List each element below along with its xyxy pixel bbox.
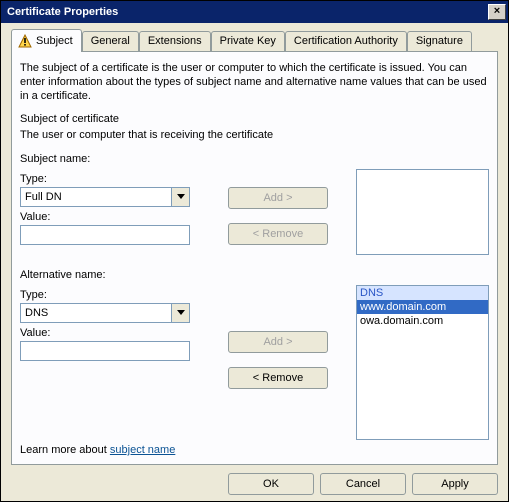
subject-type-dropdown-button[interactable]	[172, 187, 190, 207]
subject-sub-text: The user or computer that is receiving t…	[20, 129, 489, 141]
close-button[interactable]: ×	[488, 4, 506, 20]
learn-more: Learn more about subject name	[20, 444, 175, 456]
alt-add-button[interactable]: Add >	[228, 331, 328, 353]
ok-button[interactable]: OK	[228, 473, 314, 495]
subject-type-input[interactable]	[20, 187, 172, 207]
subject-value-label: Value:	[20, 211, 200, 223]
subject-add-button[interactable]: Add >	[228, 187, 328, 209]
alt-value-label: Value:	[20, 327, 200, 339]
description-text: The subject of a certificate is the user…	[20, 62, 489, 103]
tab-strip: Subject General Extensions Private Key C…	[11, 29, 498, 52]
subject-name-heading: Subject name:	[20, 153, 489, 165]
subject-buttons: Add > < Remove	[228, 169, 328, 255]
alt-type-label: Type:	[20, 289, 200, 301]
tab-signature[interactable]: Signature	[407, 31, 472, 51]
alt-value-input[interactable]	[20, 341, 190, 361]
titlebar: Certificate Properties ×	[1, 1, 508, 23]
alt-buttons: Add > < Remove	[228, 285, 328, 440]
alt-list-col: DNS www.domain.com owa.domain.com	[356, 285, 489, 440]
warning-icon	[18, 34, 32, 48]
apply-button[interactable]: Apply	[412, 473, 498, 495]
tab-body: The subject of a certificate is the user…	[11, 52, 498, 465]
alt-type-input[interactable]	[20, 303, 172, 323]
tab-label: Subject	[36, 35, 73, 47]
window-title: Certificate Properties	[3, 6, 488, 18]
dialog-buttons: OK Cancel Apply	[11, 465, 498, 495]
alt-name-fields: Type: Value:	[20, 285, 200, 440]
chevron-down-icon	[177, 194, 185, 200]
subject-type-combo[interactable]	[20, 187, 190, 207]
subject-list-col	[356, 169, 489, 255]
subject-of-cert-heading: Subject of certificate	[20, 113, 489, 125]
tab-subject[interactable]: Subject	[11, 29, 82, 52]
subject-value-input[interactable]	[20, 225, 190, 245]
subject-name-row: Type: Value: Add > < Remove	[20, 169, 489, 255]
subject-remove-button[interactable]: < Remove	[228, 223, 328, 245]
alt-remove-button[interactable]: < Remove	[228, 367, 328, 389]
alternative-name-listbox[interactable]: DNS www.domain.com owa.domain.com	[356, 285, 489, 440]
alt-list-header: DNS	[357, 286, 488, 300]
subject-name-listbox[interactable]	[356, 169, 489, 255]
learn-more-link[interactable]: subject name	[110, 444, 175, 456]
subject-type-label: Type:	[20, 173, 200, 185]
alternative-name-heading: Alternative name:	[20, 269, 489, 281]
list-item[interactable]: www.domain.com	[357, 300, 488, 314]
subject-name-fields: Type: Value:	[20, 169, 200, 255]
tab-private-key[interactable]: Private Key	[211, 31, 285, 51]
tab-extensions[interactable]: Extensions	[139, 31, 211, 51]
alt-type-combo[interactable]	[20, 303, 190, 323]
tab-certification-authority[interactable]: Certification Authority	[285, 31, 407, 51]
window-content: Subject General Extensions Private Key C…	[1, 23, 508, 501]
cancel-button[interactable]: Cancel	[320, 473, 406, 495]
alternative-name-row: Type: Value: Add > < Remove DNS www.doma…	[20, 285, 489, 440]
list-item[interactable]: owa.domain.com	[357, 314, 488, 328]
learn-more-prefix: Learn more about	[20, 444, 110, 456]
chevron-down-icon	[177, 310, 185, 316]
alt-type-dropdown-button[interactable]	[172, 303, 190, 323]
tab-general[interactable]: General	[82, 31, 139, 51]
